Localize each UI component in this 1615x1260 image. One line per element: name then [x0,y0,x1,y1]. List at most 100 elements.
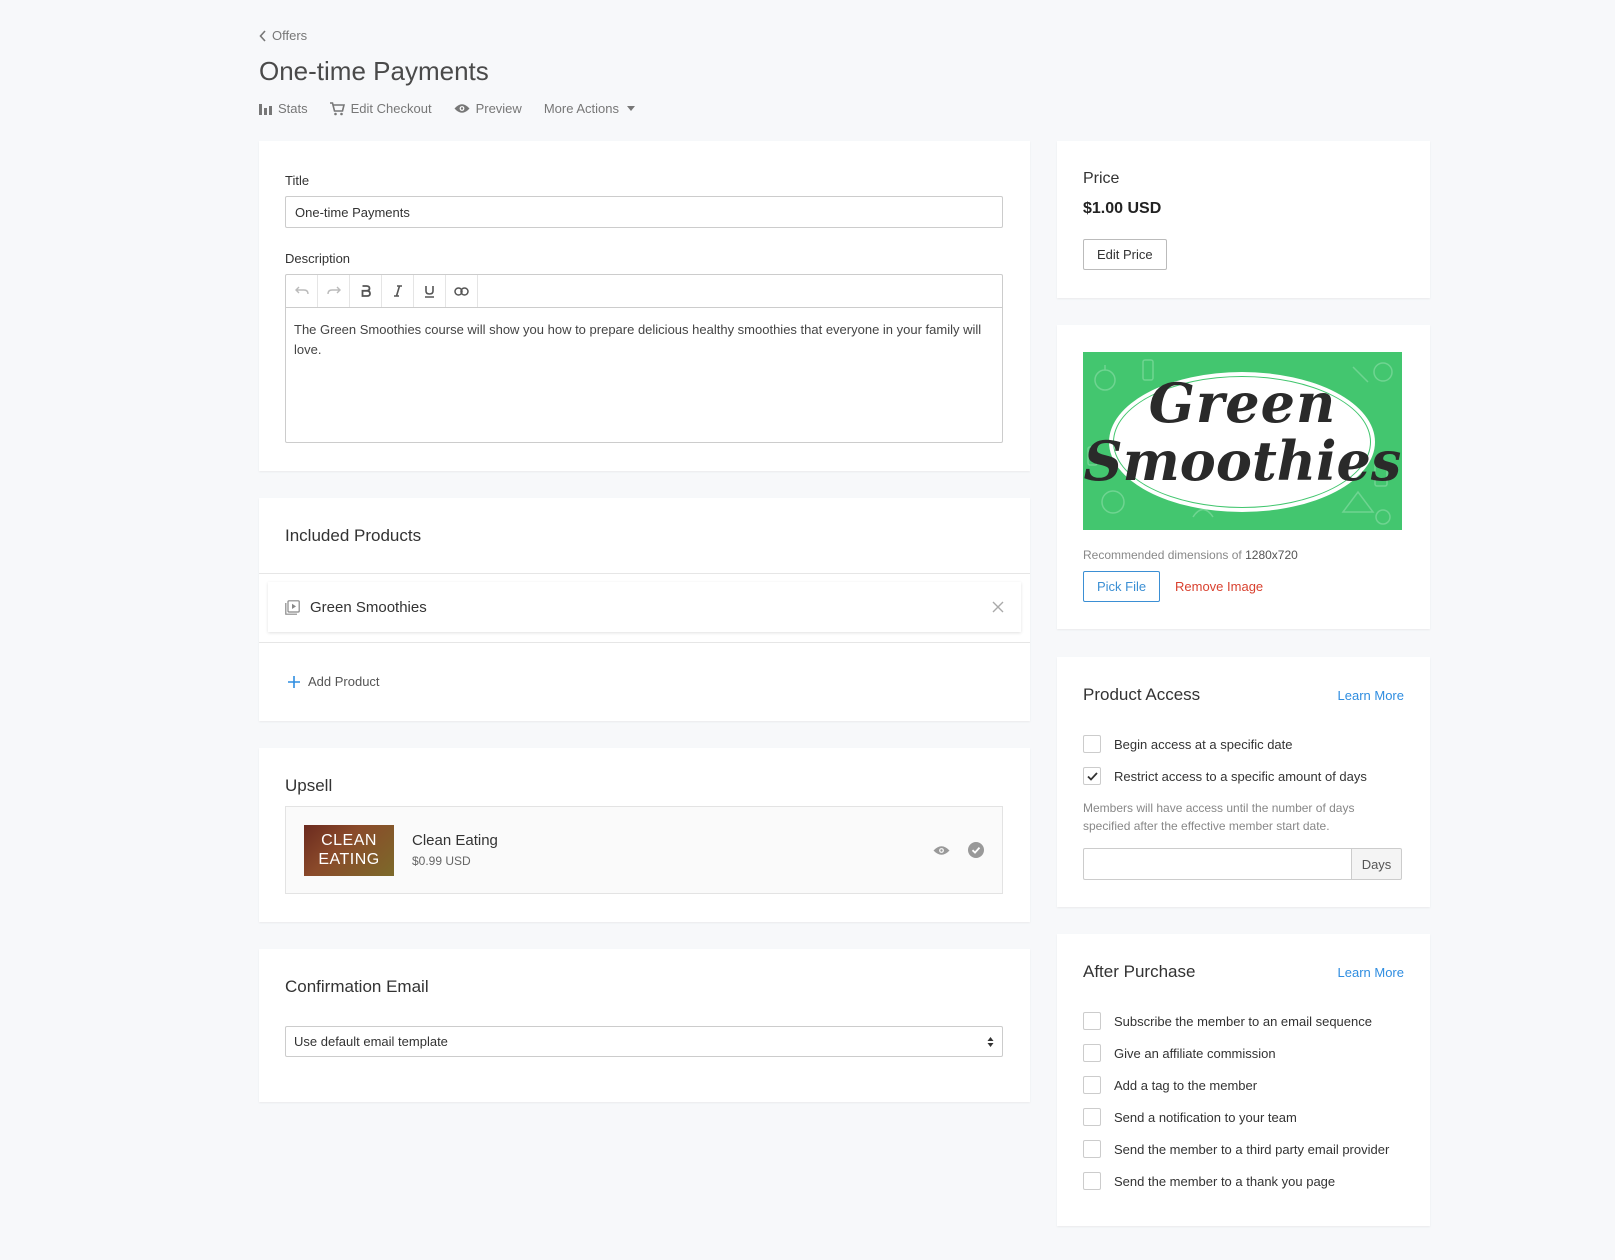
included-products-title: Included Products [285,526,422,545]
description-text[interactable]: The Green Smoothies course will show you… [286,308,1002,442]
checkbox[interactable] [1083,1140,1101,1158]
offer-image: Green Smoothies [1083,352,1402,530]
upsell-item: CLEAN EATING Clean Eating $0.99 USD [285,806,1003,894]
divider [259,573,1030,574]
title-input[interactable]: One-time Payments [285,196,1003,228]
bar-chart-icon [259,104,272,115]
bold-icon [361,285,371,297]
product-name: Green Smoothies [310,598,427,616]
third-party-email-option[interactable]: Send the member to a third party email p… [1083,1133,1389,1165]
add-tag-option[interactable]: Add a tag to the member [1083,1069,1389,1101]
link-button[interactable] [446,275,478,307]
product-access-learn-more-link[interactable]: Learn More [1338,688,1404,703]
confirmation-email-card: Confirmation Email Use default email tem… [259,949,1030,1102]
video-library-icon [285,599,300,615]
checkbox[interactable] [1083,1108,1101,1126]
cart-icon [329,101,345,115]
product-row: Green Smoothies [268,582,1021,632]
bold-button[interactable] [350,275,382,307]
pick-file-button[interactable]: Pick File [1083,571,1161,602]
days-input[interactable] [1083,848,1351,880]
edit-checkout-button[interactable]: Edit Checkout [329,101,432,116]
edit-price-button[interactable]: Edit Price [1083,239,1167,270]
days-input-group: Days [1083,848,1402,880]
option-label: Send the member to a thank you page [1114,1173,1336,1189]
access-days-hint: Members will have access until the numbe… [1083,801,1355,833]
undo-icon [294,286,309,295]
edit-checkout-label: Edit Checkout [350,101,432,116]
link-icon [454,286,469,296]
banner-line-2: Smoothies [1083,429,1402,493]
more-actions-dropdown[interactable]: More Actions [544,101,635,116]
italic-button[interactable] [382,275,414,307]
upsell-title: Upsell [285,776,333,795]
preview-button[interactable]: Preview [454,101,522,116]
checkbox[interactable] [1083,1172,1101,1190]
back-label: Offers [272,28,308,43]
redo-button[interactable] [318,275,350,307]
price-value: $1.00 USD [1083,200,1162,217]
email-template-select[interactable]: Use default email template [285,1026,1003,1057]
checkbox[interactable] [1083,735,1101,753]
after-purchase-card: After Purchase Learn More Subscribe the … [1057,934,1430,1226]
undo-button[interactable] [286,275,318,307]
product-access-options: Begin access at a specific date Restrict… [1083,728,1367,792]
offer-image-card: Green Smoothies Recommended dimensions o… [1057,325,1430,629]
thumb-line-1: CLEAN [321,832,377,849]
chevron-left-icon [259,29,266,42]
checkbox[interactable] [1083,1012,1101,1030]
restrict-access-days-option[interactable]: Restrict access to a specific amount of … [1083,760,1367,792]
confirmation-email-title: Confirmation Email [285,977,429,996]
underline-button[interactable] [414,275,446,307]
thank-you-page-option[interactable]: Send the member to a thank you page [1083,1165,1389,1197]
subscribe-email-sequence-option[interactable]: Subscribe the member to an email sequenc… [1083,1005,1389,1037]
description-editor: The Green Smoothies course will show you… [285,274,1003,443]
editor-toolbar [286,275,1002,308]
redo-icon [326,286,341,295]
option-label: Subscribe the member to an email sequenc… [1114,1013,1372,1029]
upsell-name: Clean Eating [412,832,498,849]
notify-team-option[interactable]: Send a notification to your team [1083,1101,1389,1133]
option-label: Restrict access to a specific amount of … [1114,768,1367,784]
product-access-title: Product Access [1083,685,1201,704]
upsell-thumbnail: CLEAN EATING [304,824,394,876]
thumb-line-2: EATING [318,851,380,868]
checkmark-icon [1086,771,1098,781]
remove-product-icon[interactable] [992,601,1004,613]
after-purchase-learn-more-link[interactable]: Learn More [1338,965,1404,980]
option-label: Begin access at a specific date [1114,736,1293,752]
upsell-card: Upsell CLEAN EATING Clean Eating $0.99 U… [259,748,1030,922]
price-card: Price $1.00 USD Edit Price [1057,141,1430,298]
checkbox-checked[interactable] [1083,767,1101,785]
italic-icon [393,285,402,297]
upsell-price: $0.99 USD [412,854,471,868]
remove-image-link[interactable]: Remove Image [1175,579,1263,594]
action-bar: Stats Edit Checkout Preview More Actions [259,101,635,116]
after-purchase-options: Subscribe the member to an email sequenc… [1083,1005,1389,1197]
begin-access-date-option[interactable]: Begin access at a specific date [1083,728,1367,760]
affiliate-commission-option[interactable]: Give an affiliate commission [1083,1037,1389,1069]
page-title: One-time Payments [259,56,489,86]
stats-button[interactable]: Stats [259,101,308,116]
after-purchase-title: After Purchase [1083,962,1196,981]
underline-icon [425,285,434,298]
hint-prefix: Recommended dimensions of [1083,548,1242,562]
add-product-label: Add Product [308,674,380,689]
upsell-info: Clean Eating $0.99 USD [412,832,933,868]
eye-icon[interactable] [933,845,950,856]
stats-label: Stats [278,101,308,116]
back-to-offers-link[interactable]: Offers [259,28,307,43]
caret-down-icon [626,106,635,111]
divider [259,642,1030,643]
select-arrows-icon [987,1036,994,1047]
option-label: Give an affiliate commission [1114,1045,1276,1061]
check-circle-icon[interactable] [968,842,984,858]
checkbox[interactable] [1083,1076,1101,1094]
email-template-value: Use default email template [294,1034,448,1049]
eye-icon [454,104,470,113]
checkbox[interactable] [1083,1044,1101,1062]
product-access-card: Product Access Learn More Begin access a… [1057,657,1430,907]
option-label: Send a notification to your team [1114,1109,1297,1125]
details-card: Title One-time Payments Description The … [259,141,1030,471]
add-product-button[interactable]: Add Product [288,674,380,689]
